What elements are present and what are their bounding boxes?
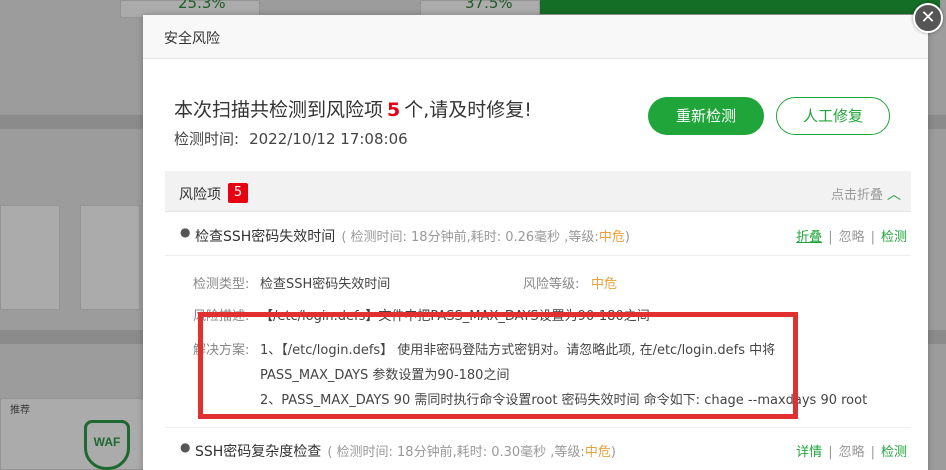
separator: | <box>870 445 875 460</box>
risk-count: 5 <box>387 99 401 121</box>
summary-headline: 本次扫描共检测到风险项 5 个,请及时修复! <box>174 95 532 122</box>
risk-item-name: SSH密码复杂度检查 <box>195 444 322 460</box>
rescan-button[interactable]: 重新检测 <box>648 97 764 135</box>
risk-level: 中危 <box>598 230 625 245</box>
scan-summary: 本次扫描共检测到风险项 5 个,请及时修复! 检测时间: 2022/10/12 17:… <box>174 95 532 149</box>
risk-item-meta-end: ) <box>610 445 616 460</box>
risk-panel-header: 风险项 5 点击折叠 ︿ <box>165 171 911 212</box>
risk-item-meta-end: ) <box>624 230 630 245</box>
risk-item: ● SSH密码复杂度检查 ( 检测时间: 18分钟前,耗时: 0.30毫秒 ,等级… <box>165 427 911 469</box>
risk-item: ● 检查SSH密码失效时间 ( 检测时间: 18分钟前,耗时: 0.26毫秒 ,等… <box>165 213 911 255</box>
scan-time-label: 检测时间: <box>174 130 240 148</box>
solution-line-1: 1、【/etc/login.defs】 使用非密码登陆方式密钥对。请忽略此项, … <box>260 343 776 358</box>
risk-item-title: 检查SSH密码失效时间 ( 检测时间: 18分钟前,耗时: 0.26毫秒 ,等级:… <box>195 226 630 246</box>
solution-line-3: 2、PASS_MAX_DAYS 90 需同时执行命令设置root 密码失效时间 … <box>260 393 868 408</box>
risk-item-meta: ( 检测时间: 18分钟前,耗时: 0.26毫秒 ,等级:中危) <box>341 230 630 245</box>
chevron-up-icon: ︿ <box>887 187 901 203</box>
detail-level-value: 中危 <box>591 277 618 292</box>
separator: | <box>870 230 875 245</box>
risk-panel: 风险项 5 点击折叠 ︿ ● 检查SSH密码失效时间 ( 检测时间: 18分钟前,耗… <box>165 171 911 470</box>
risk-item-meta: ( 检测时间: 18分钟前,耗时: 0.30毫秒 ,等级:中危) <box>327 445 616 460</box>
summary-prefix: 本次扫描共检测到风险项 <box>174 99 384 121</box>
fold-link[interactable]: 折叠 <box>796 230 822 245</box>
risk-item-detail: 检测类型: 检查SSH密码失效时间 风险等级: 中危 风险描述: 【/etc/l… <box>165 255 911 427</box>
solution-line-2: PASS_MAX_DAYS 参数设置为90-180之间 <box>260 368 510 383</box>
close-icon[interactable]: ✕ <box>913 3 943 33</box>
risk-panel-title: 风险项 <box>179 187 221 203</box>
detail-desc-label: 风险描述: <box>193 309 250 324</box>
dialog-header: 安全风险 <box>143 15 928 59</box>
risk-level: 中危 <box>584 445 611 460</box>
collapse-label: 点击折叠 <box>830 188 883 203</box>
separator: | <box>828 445 833 460</box>
security-risk-dialog: 安全风险 本次扫描共检测到风险项 5 个,请及时修复! 检测时间: 2022/10/1… <box>143 15 928 470</box>
detail-solution-label: 解决方案: <box>193 343 250 358</box>
separator: | <box>828 230 833 245</box>
risk-item-title: SSH密码复杂度检查 ( 检测时间: 18分钟前,耗时: 0.30毫秒 ,等级:中… <box>195 441 616 461</box>
ignore-link[interactable]: 忽略 <box>839 230 865 245</box>
detail-desc-value: 【/etc/login.defs】文件中把PASS_MAX_DAYS设置为90-… <box>260 309 650 324</box>
bullet-icon: ● <box>180 440 191 454</box>
risk-item-meta-text: ( 检测时间: 18分钟前,耗时: 0.26毫秒 ,等级: <box>341 230 599 245</box>
summary-suffix: 个,请及时修复! <box>404 99 532 121</box>
dialog-title: 安全风险 <box>164 31 220 47</box>
check-link[interactable]: 检测 <box>881 230 907 245</box>
risk-item-name: 检查SSH密码失效时间 <box>195 229 336 245</box>
detail-type-label: 检测类型: <box>193 277 250 292</box>
check-link[interactable]: 检测 <box>881 445 907 460</box>
detail-level-label: 风险等级: <box>523 277 580 292</box>
risk-item-actions: 详情 | 忽略 | 检测 <box>796 441 907 460</box>
detail-type-value: 检查SSH密码失效时间 <box>260 277 391 292</box>
risk-item-meta-text: ( 检测时间: 18分钟前,耗时: 0.30毫秒 ,等级: <box>327 445 585 460</box>
scan-time-value: 2022/10/12 17:08:06 <box>249 130 408 148</box>
scan-time: 检测时间: 2022/10/12 17:08:06 <box>174 128 532 149</box>
risk-count-badge: 5 <box>228 183 248 203</box>
details-link[interactable]: 详情 <box>796 445 822 460</box>
collapse-toggle[interactable]: 点击折叠 ︿ <box>831 184 901 204</box>
ignore-link[interactable]: 忽略 <box>839 445 865 460</box>
bullet-icon: ● <box>180 225 191 239</box>
risk-item-actions: 折叠 | 忽略 | 检测 <box>796 226 907 245</box>
manual-fix-button[interactable]: 人工修复 <box>776 97 890 135</box>
